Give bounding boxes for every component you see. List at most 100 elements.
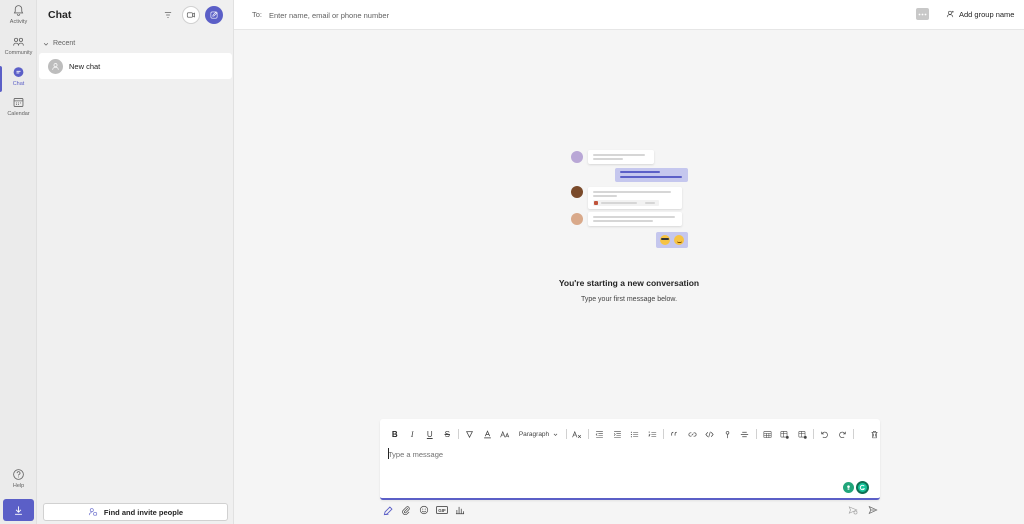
quote-button[interactable] (666, 427, 684, 441)
decrease-indent-button[interactable] (591, 427, 609, 441)
delete-table-button[interactable] (794, 427, 812, 441)
underline-button[interactable]: U (421, 427, 439, 441)
strikethrough-button[interactable]: S (439, 427, 457, 441)
recipient-input[interactable] (269, 8, 569, 22)
new-conversation-illustration (568, 147, 692, 251)
numbered-list-button[interactable] (644, 427, 662, 441)
link-button[interactable] (684, 427, 702, 441)
smile-emoji-icon (674, 235, 684, 245)
add-group-name-button[interactable]: Add group name (945, 9, 1014, 19)
bold-button[interactable]: B (386, 427, 404, 441)
quote-icon (671, 431, 678, 436)
add-group-name-label: Add group name (959, 9, 1015, 19)
rail-label-activity: Activity (9, 19, 28, 25)
conversation-title: You're starting a new conversation (558, 278, 700, 288)
rail-label-help: Help (12, 483, 25, 489)
redo-button[interactable] (834, 427, 852, 441)
illustration-bubble (588, 212, 682, 226)
gif-button[interactable]: GIF (436, 504, 448, 516)
rail-label-calendar: Calendar (7, 111, 30, 117)
grammarly-icon[interactable] (856, 481, 869, 494)
undo-icon (821, 431, 829, 438)
link-icon (688, 431, 697, 437)
format-button[interactable] (382, 504, 394, 516)
undo-button[interactable] (816, 427, 834, 441)
more-horizontal-icon (918, 13, 927, 15)
calendar-icon (13, 98, 24, 107)
attach-button[interactable] (400, 504, 412, 516)
font-size-button[interactable] (496, 427, 514, 441)
paperclip-icon (402, 506, 410, 515)
trash-icon (871, 430, 878, 438)
app-rail: Activity Community Chat Calendar Help (0, 0, 37, 524)
bulleted-list-button[interactable] (626, 427, 644, 441)
grammar-check-icon[interactable] (843, 482, 854, 493)
clear-formatting-icon (572, 430, 582, 438)
table-icon (763, 430, 772, 438)
rail-item-calendar[interactable]: Calendar (0, 96, 37, 126)
code-icon (705, 431, 714, 437)
send-button[interactable] (867, 504, 879, 516)
horizontal-rule-icon (741, 431, 749, 437)
avatar (48, 58, 63, 74)
more-options-button[interactable] (916, 8, 929, 20)
filter-button[interactable] (159, 6, 177, 24)
insert-button[interactable] (719, 427, 737, 441)
message-input[interactable] (388, 448, 788, 460)
clear-formatting-button[interactable] (569, 427, 587, 441)
chat-list-item[interactable]: New chat (39, 53, 232, 79)
meet-now-button[interactable] (182, 6, 200, 24)
emoji-button[interactable] (418, 504, 430, 516)
recent-section-header[interactable]: Recent (43, 40, 75, 47)
paragraph-style-dropdown[interactable]: Paragraph (514, 427, 564, 441)
bar-chart-icon (455, 506, 465, 515)
community-icon (13, 37, 24, 46)
send-area (847, 504, 879, 516)
bulleted-list-icon (631, 431, 639, 437)
gif-icon: GIF (436, 506, 448, 514)
discard-button[interactable] (866, 427, 884, 441)
italic-button[interactable]: I (404, 427, 422, 441)
send-icon (868, 505, 878, 515)
highlight-button[interactable] (461, 427, 479, 441)
redo-icon (838, 431, 846, 438)
font-color-icon (483, 429, 491, 438)
compose-icon (210, 11, 218, 19)
person-icon (52, 62, 59, 70)
to-bar: To: Add group name (234, 0, 1024, 30)
text-caret (388, 448, 389, 459)
rail-label-chat: Chat (12, 81, 25, 87)
rail-item-activity[interactable]: Activity (0, 4, 37, 34)
rail-item-community[interactable]: Community (0, 35, 37, 65)
insert-table-row-button[interactable] (776, 427, 794, 441)
schedule-send-icon (848, 506, 858, 515)
emoji-icon (419, 505, 429, 515)
horizontal-rule-button[interactable] (736, 427, 754, 441)
insert-table-button[interactable] (759, 427, 777, 441)
rail-item-chat[interactable]: Chat (0, 66, 37, 96)
increase-indent-icon (613, 430, 621, 438)
table-add-icon (780, 430, 789, 439)
chat-icon (13, 67, 24, 77)
video-camera-icon (186, 12, 195, 18)
font-color-button[interactable] (479, 427, 497, 441)
bell-icon (13, 5, 24, 16)
code-snippet-button[interactable] (701, 427, 719, 441)
numbered-list-icon (648, 430, 656, 437)
chat-list-item-name: New chat (69, 61, 101, 71)
person-add-icon (88, 508, 97, 516)
rail-item-help[interactable]: Help (0, 468, 37, 498)
more-apps-button[interactable] (454, 504, 466, 516)
download-button[interactable] (3, 499, 34, 521)
format-pen-icon (383, 505, 393, 515)
pin-icon (725, 430, 729, 438)
illustration-bubble (588, 187, 682, 209)
illustration-bubble (588, 150, 654, 164)
schedule-message-button[interactable] (847, 504, 859, 516)
compose-box: B I U S Paragraph (380, 419, 880, 500)
find-and-invite-button[interactable]: Find and invite people (43, 503, 228, 521)
increase-indent-button[interactable] (609, 427, 627, 441)
to-label: To: (252, 10, 263, 19)
sunglasses-emoji-icon (660, 235, 670, 245)
new-chat-button[interactable] (205, 6, 223, 24)
